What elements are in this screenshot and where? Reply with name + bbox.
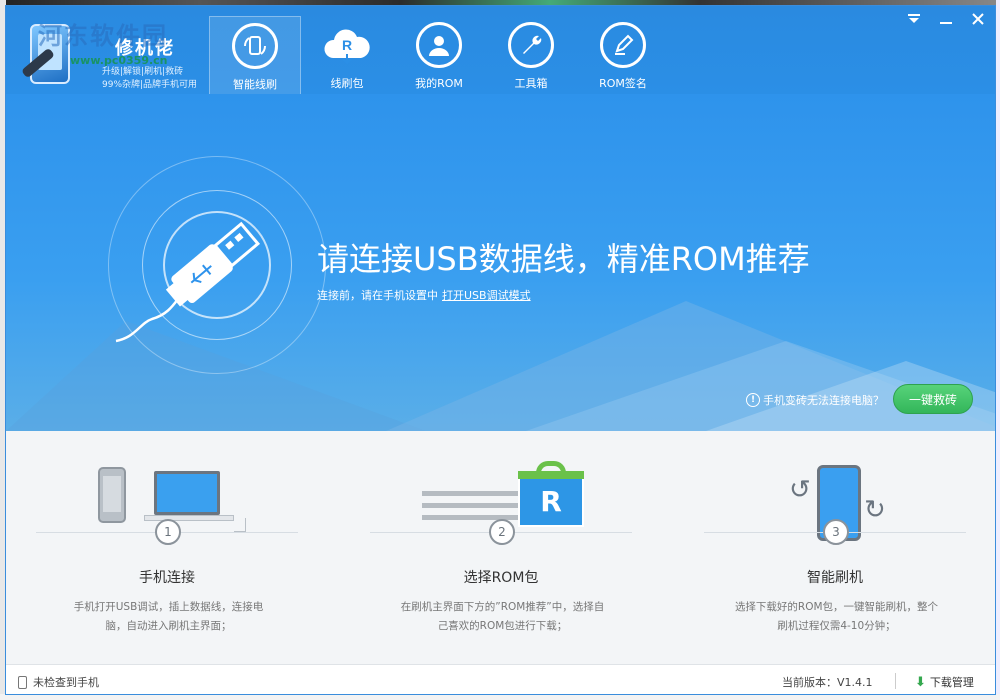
step-card: R 2 选择ROM包 在刷机主界面下方的”ROM推荐”中，选择自己喜欢的ROM包… [370,431,632,664]
step-number: 1 [155,519,181,545]
status-bar: 未检查到手机 当前版本：V1.4.1 ⬇ 下载管理 [6,664,995,694]
app-tagline-2: 99%杂牌|品牌手机可用 [102,80,198,90]
nav-label: 智能线刷 [233,78,277,91]
wrench-icon [508,22,554,68]
status-divider [895,673,896,689]
nav-label: 我的ROM [415,77,463,90]
phone-status: 未检查到手机 [18,674,99,690]
chevron-down-icon [908,14,920,23]
unbrick-button[interactable]: 一键救砖 [893,384,973,414]
rotate-left-icon: ↺ [789,475,811,505]
svg-text:R: R [342,37,352,53]
step-card: 1 手机连接 手机打开USB调试，插上数据线，连接电脑，自动进入刷机主界面； [36,431,298,664]
laptop-illustration [154,471,220,515]
watermark-text: 河东软件园 [38,21,168,50]
phone-icon [18,675,27,689]
main-nav: 智能线刷 R 线刷包 我的ROM 工具箱 ROM签名 [209,16,669,94]
info-icon: ! [746,393,760,407]
user-icon [416,22,462,68]
rotate-right-icon: ↻ [864,495,886,525]
header-bar: 修机佬 升级|解锁|刷机|救砖 99%杂牌|品牌手机可用 河东软件园 www.p… [6,6,995,94]
step-description: 选择下载好的ROM包，一键智能刷机，整个刷机过程仅需4-10分钟； [734,601,939,632]
nav-label: ROM签名 [599,77,647,90]
step-description: 手机打开USB调试，插上数据线，连接电脑，自动进入刷机主界面； [73,601,264,632]
phone-status-text: 未检查到手机 [33,676,99,689]
step-title: 智能刷机 [807,570,863,586]
phone-illustration [98,467,126,523]
brick-question-text: 手机变砖无法连接电脑？ [763,394,884,407]
window-controls [905,10,987,28]
close-icon [972,13,984,25]
pen-icon [600,22,646,68]
step-description: 在刷机主界面下方的”ROM推荐”中，选择自己喜欢的ROM包进行下载； [400,601,605,632]
download-icon: ⬇ [915,674,926,690]
hero-subtitle-text: 连接前，请在手机设置中 [317,289,438,302]
nav-label: 工具箱 [514,77,548,90]
nav-item-flash-package[interactable]: R 线刷包 [301,16,393,94]
minimize-icon [940,22,952,24]
cable-illustration [234,518,246,532]
laptop-base [144,515,234,521]
app-window: 修机佬 升级|解锁|刷机|救砖 99%杂牌|品牌手机可用 河东软件园 www.p… [5,5,996,695]
step-card: ↺ ↻ 3 智能刷机 选择下载好的ROM包，一键智能刷机，整个刷机过程仅需4-1… [704,431,966,664]
step-number: 3 [823,519,849,545]
hero-banner: 请连接USB数据线，精准ROM推荐 连接前，请在手机设置中 打开USB调试模式 !… [6,94,995,431]
menu-dropdown-button[interactable] [905,10,923,28]
version-text: 当前版本：V1.4.1 [782,676,873,689]
steps-section: 1 手机连接 手机打开USB调试，插上数据线，连接电脑，自动进入刷机主界面； R… [6,431,995,664]
desktop-background-right [996,0,1000,700]
app-logo: 修机佬 升级|解锁|刷机|救砖 99%杂牌|品牌手机可用 河东软件园 www.p… [18,14,208,90]
phone-refresh-icon [232,23,278,69]
nav-item-smart-flash[interactable]: 智能线刷 [209,16,301,94]
nav-label: 线刷包 [330,77,364,90]
minimize-button[interactable] [937,10,955,28]
hero-subtitle: 连接前，请在手机设置中 打开USB调试模式 [317,287,531,303]
brick-help-link[interactable]: ! 手机变砖无法连接电脑？ [746,392,884,408]
nav-item-my-rom[interactable]: 我的ROM [393,16,485,94]
usb-debug-link[interactable]: 打开USB调试模式 [442,289,531,302]
step-title: 手机连接 [139,570,195,586]
cloud-download-icon: R [321,22,373,68]
download-label: 下载管理 [929,676,974,689]
close-button[interactable] [969,10,987,28]
step-number: 2 [489,519,515,545]
speed-line [422,491,522,496]
watermark-url: www.pc0359.cn [70,54,168,67]
bag-top [518,471,584,479]
rom-bag-icon: R [518,475,584,527]
nav-item-toolbox[interactable]: 工具箱 [485,16,577,94]
step-title: 选择ROM包 [463,570,539,586]
hero-title: 请连接USB数据线，精准ROM推荐 [317,240,810,278]
usb-plug-icon [115,221,261,343]
download-manager-button[interactable]: ⬇ 下载管理 [915,674,974,690]
speed-line [422,503,522,508]
nav-item-rom-sign[interactable]: ROM签名 [577,16,669,94]
